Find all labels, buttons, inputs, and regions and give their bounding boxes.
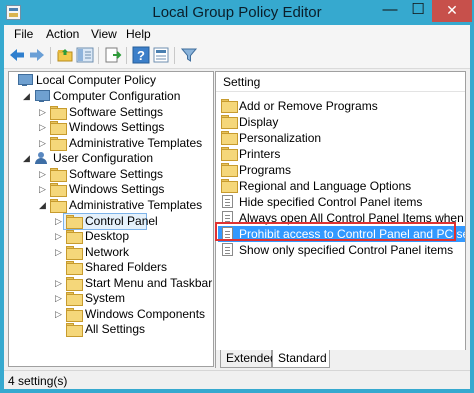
status-text: 4 setting(s) — [8, 374, 68, 388]
close-button[interactable]: ✕ — [432, 0, 472, 22]
list-item-hide-specified-items[interactable]: Hide specified Control Panel items — [216, 194, 465, 210]
policy-tree-pane[interactable]: Local Computer Policy ◢ Computer Configu… — [8, 71, 214, 367]
collapse-arrow-icon[interactable]: ◢ — [23, 153, 31, 163]
menu-file[interactable]: File — [14, 27, 33, 41]
filter-icon[interactable] — [180, 46, 198, 64]
export-list-icon[interactable] — [104, 46, 122, 64]
menu-bar: File Action View Help — [4, 25, 470, 43]
svg-text:?: ? — [137, 48, 145, 63]
back-arrow-icon[interactable] — [8, 46, 26, 64]
folder-icon — [66, 230, 83, 244]
folder-icon — [221, 179, 238, 193]
expand-arrow-icon[interactable]: ▷ — [39, 169, 47, 179]
maximize-button[interactable]: ☐ — [405, 0, 431, 22]
expand-arrow-icon[interactable]: ▷ — [55, 278, 63, 288]
folder-icon — [66, 308, 83, 322]
user-icon — [34, 152, 49, 165]
expand-arrow-icon[interactable]: ▷ — [39, 122, 47, 132]
status-bar: 4 setting(s) — [4, 370, 470, 389]
folder-icon — [221, 147, 238, 161]
folder-icon — [221, 163, 238, 177]
menu-help[interactable]: Help — [126, 27, 151, 41]
computer-icon — [34, 90, 50, 103]
list-item-show-only-specified-items[interactable]: Show only specified Control Panel items — [216, 242, 465, 258]
view-tabs: Extended Standard — [216, 350, 466, 368]
list-item-display[interactable]: Display — [216, 114, 465, 130]
column-header-setting[interactable]: Setting — [216, 72, 465, 92]
folder-icon — [66, 246, 83, 260]
list-item-personalization[interactable]: Personalization — [216, 130, 465, 146]
settings-list-pane[interactable]: Setting Add or Remove Programs Display P… — [215, 71, 466, 368]
folder-icon — [66, 323, 83, 337]
title-bar[interactable]: Local Group Policy Editor — ☐ ✕ — [0, 0, 474, 25]
forward-arrow-icon[interactable] — [28, 46, 46, 64]
computer-icon — [17, 74, 33, 87]
client-area: File Action View Help ? Local Computer P… — [4, 25, 470, 389]
folder-icon — [66, 292, 83, 306]
folder-icon — [66, 261, 83, 275]
folder-icon — [221, 115, 238, 129]
show-hide-tree-icon[interactable] — [76, 46, 94, 64]
folder-icon — [66, 215, 83, 229]
folder-icon — [50, 137, 67, 151]
expand-arrow-icon[interactable]: ▷ — [39, 138, 47, 148]
tab-extended[interactable]: Extended — [220, 350, 277, 368]
menu-view[interactable]: View — [91, 27, 117, 41]
annotation-highlight-box — [215, 222, 456, 241]
list-item-printers[interactable]: Printers — [216, 146, 465, 162]
tab-standard[interactable]: Standard — [272, 350, 330, 368]
folder-icon — [50, 183, 67, 197]
expand-arrow-icon[interactable]: ▷ — [39, 107, 47, 117]
list-item-programs[interactable]: Programs — [216, 162, 465, 178]
expand-arrow-icon[interactable]: ▷ — [55, 216, 63, 226]
tree-item-control-panel[interactable]: ▷ Control Panel — [13, 213, 158, 230]
folder-icon — [221, 99, 238, 113]
policy-setting-icon — [222, 195, 233, 208]
expand-arrow-icon[interactable]: ▷ — [55, 247, 63, 257]
expand-arrow-icon[interactable]: ▷ — [39, 184, 47, 194]
list-item-regional-and-language-options[interactable]: Regional and Language Options — [216, 178, 465, 194]
collapse-arrow-icon[interactable]: ◢ — [39, 200, 47, 210]
folder-icon — [221, 131, 238, 145]
up-folder-icon[interactable] — [56, 46, 74, 64]
properties-icon[interactable] — [152, 46, 170, 64]
minimize-button[interactable]: — — [377, 0, 403, 22]
collapse-arrow-icon[interactable]: ◢ — [23, 91, 31, 101]
folder-icon — [50, 106, 67, 120]
app-window: Local Group Policy Editor — ☐ ✕ File Act… — [0, 0, 474, 393]
list-item-add-or-remove-programs[interactable]: Add or Remove Programs — [216, 98, 465, 114]
expand-arrow-icon[interactable]: ▷ — [55, 293, 63, 303]
expand-arrow-icon[interactable]: ▷ — [55, 231, 63, 241]
folder-icon — [50, 121, 67, 135]
menu-action[interactable]: Action — [46, 27, 79, 41]
folder-icon — [50, 168, 67, 182]
folder-icon — [50, 199, 67, 213]
folder-icon — [66, 277, 83, 291]
policy-setting-icon — [222, 243, 233, 256]
toolbar: ? — [4, 43, 470, 69]
expand-arrow-icon[interactable]: ▷ — [55, 309, 63, 319]
help-icon[interactable]: ? — [132, 46, 150, 64]
